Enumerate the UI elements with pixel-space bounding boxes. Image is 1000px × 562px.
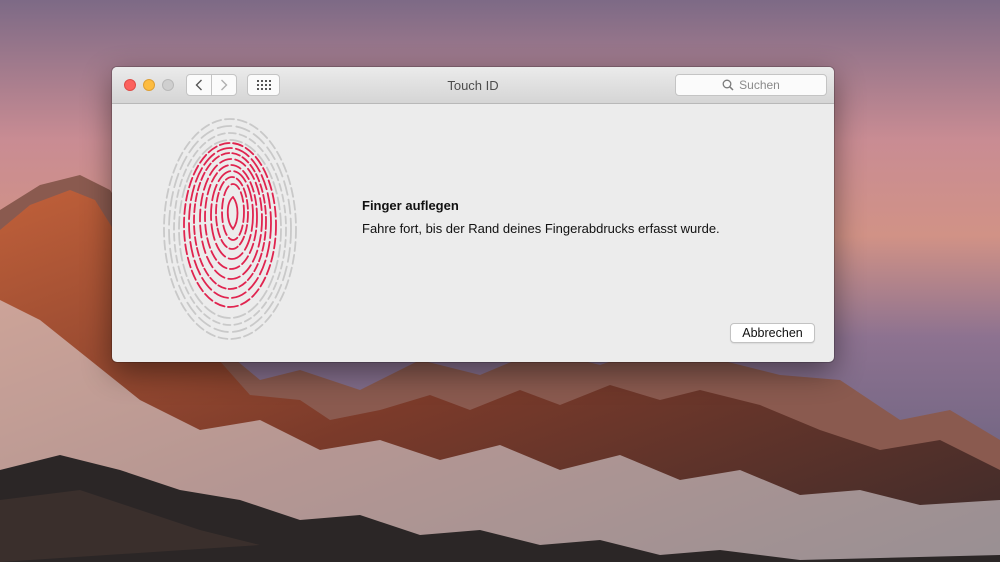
forward-button[interactable] [211,75,236,95]
show-all-button[interactable] [247,74,280,96]
close-button[interactable] [124,79,136,91]
search-icon [722,79,734,91]
back-button[interactable] [187,75,211,95]
title-bar: Touch ID Suchen [112,67,834,104]
zoom-button [162,79,174,91]
chevron-right-icon [221,79,228,91]
chevron-left-icon [195,79,202,91]
instruction-heading: Finger auflegen [362,198,459,213]
cancel-button[interactable]: Abbrechen [730,323,815,343]
touch-id-window: Touch ID Suchen Finger auflegen Fahre fo… [112,67,834,362]
fingerprint-icon [163,118,297,340]
instruction-message: Fahre fort, bis der Rand deines Fingerab… [362,221,720,236]
navigation-buttons [186,74,237,96]
search-field[interactable]: Suchen [675,74,827,96]
minimize-button[interactable] [143,79,155,91]
grid-icon [256,80,271,90]
search-placeholder: Suchen [739,78,780,92]
